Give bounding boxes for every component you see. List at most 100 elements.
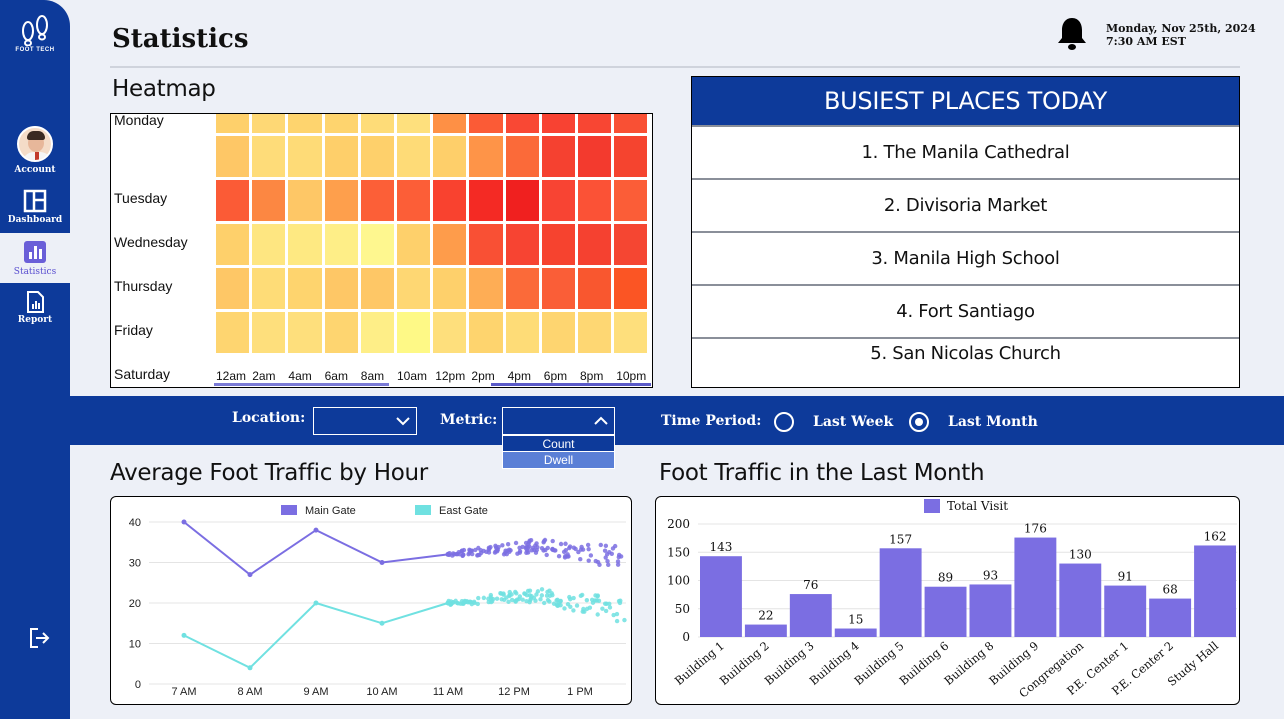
sidebar-item-statistics[interactable]: Statistics — [0, 233, 70, 283]
heatmap-cell[interactable] — [252, 180, 286, 221]
heatmap-scrollbar[interactable] — [491, 383, 651, 386]
heatmap-cell[interactable] — [505, 224, 539, 265]
heatmap-cell[interactable] — [578, 114, 612, 133]
heatmap-cell[interactable] — [433, 312, 467, 353]
heatmap-cell[interactable] — [360, 136, 394, 177]
heatmap-cell[interactable] — [216, 312, 250, 353]
heatmap-cell[interactable] — [614, 180, 648, 221]
heatmap-cell[interactable] — [324, 136, 358, 177]
sidebar-item-dashboard[interactable]: Dashboard — [0, 189, 70, 225]
data-point — [247, 572, 253, 578]
heatmap-cell[interactable] — [397, 268, 431, 309]
heatmap-cell[interactable] — [505, 180, 539, 221]
heatmap-cell[interactable] — [288, 268, 322, 309]
heatmap-cell[interactable] — [469, 180, 503, 221]
heatmap-scrollbar[interactable] — [214, 383, 389, 386]
metric-select[interactable] — [502, 407, 615, 435]
busiest-place-item[interactable]: 3. Manila High School — [692, 231, 1239, 284]
sidebar-item-account[interactable]: Account — [0, 126, 70, 175]
heatmap-cell[interactable] — [433, 268, 467, 309]
heatmap-cell[interactable] — [397, 312, 431, 353]
heatmap-cell[interactable] — [578, 312, 612, 353]
heatmap-cell[interactable] — [505, 268, 539, 309]
heatmap-cell[interactable] — [541, 114, 575, 133]
heatmap-cell[interactable] — [469, 268, 503, 309]
busiest-place-item[interactable]: 1. The Manila Cathedral — [692, 125, 1239, 178]
radio-last-month-label[interactable]: Last Month — [948, 414, 1038, 430]
heatmap-cell[interactable] — [324, 180, 358, 221]
heatmap-cell[interactable] — [216, 136, 250, 177]
heatmap-cell[interactable] — [541, 180, 575, 221]
heatmap-cell[interactable] — [288, 312, 322, 353]
forecast-point — [550, 538, 555, 544]
radio-last-week[interactable] — [774, 412, 794, 432]
busiest-place-item[interactable]: 5. San Nicolas Church — [692, 337, 1239, 381]
heatmap-cell[interactable] — [541, 224, 575, 265]
radio-last-week-label[interactable]: Last Week — [813, 414, 893, 430]
heatmap-cell[interactable] — [578, 136, 612, 177]
busiest-place-item[interactable]: 4. Fort Santiago — [692, 284, 1239, 337]
heatmap-cell[interactable] — [252, 268, 286, 309]
heatmap-cell[interactable] — [324, 114, 358, 133]
heatmap-cell[interactable] — [541, 312, 575, 353]
heatmap-cell[interactable] — [614, 268, 648, 309]
heatmap-cell[interactable] — [614, 136, 648, 177]
heatmap-cell[interactable] — [614, 312, 648, 353]
heatmap-cell[interactable] — [433, 114, 467, 133]
heatmap-cell[interactable] — [360, 268, 394, 309]
heatmap-cell[interactable] — [360, 114, 394, 133]
sidebar-item-report[interactable]: Report — [0, 291, 70, 325]
heatmap-cell[interactable] — [397, 180, 431, 221]
heatmap-hour-label: 2pm — [471, 369, 495, 383]
forecast-point — [476, 595, 481, 601]
heatmap-cell[interactable] — [288, 136, 322, 177]
heatmap-cell[interactable] — [578, 180, 612, 221]
heatmap-cell[interactable] — [578, 224, 612, 265]
heatmap-cell[interactable] — [433, 136, 467, 177]
metric-option-dwell[interactable]: Dwell — [503, 452, 614, 468]
bell-icon[interactable] — [1056, 16, 1088, 52]
heatmap-cell[interactable] — [433, 180, 467, 221]
logout-icon[interactable] — [28, 627, 50, 649]
heatmap-cell[interactable] — [216, 180, 250, 221]
heatmap-cell[interactable] — [288, 224, 322, 265]
metric-option-count[interactable]: Count — [503, 436, 614, 452]
heatmap-cell[interactable] — [541, 268, 575, 309]
forecast-point — [541, 548, 546, 553]
heatmap-cell[interactable] — [397, 136, 431, 177]
heatmap-cell[interactable] — [469, 114, 503, 133]
heatmap-cell[interactable] — [216, 114, 250, 133]
heatmap-cell[interactable] — [505, 312, 539, 353]
heatmap-cell[interactable] — [288, 180, 322, 221]
heatmap-cell[interactable] — [324, 312, 358, 353]
heatmap-cell[interactable] — [469, 136, 503, 177]
heatmap-cell[interactable] — [433, 224, 467, 265]
location-select[interactable] — [313, 407, 417, 435]
heatmap-cell[interactable] — [324, 268, 358, 309]
heatmap-cell[interactable] — [505, 136, 539, 177]
heatmap-cell[interactable] — [324, 224, 358, 265]
radio-last-month[interactable] — [909, 412, 929, 432]
heatmap-cell[interactable] — [252, 136, 286, 177]
heatmap-cell[interactable] — [252, 312, 286, 353]
heatmap-cell[interactable] — [614, 114, 648, 133]
heatmap-cell[interactable] — [252, 114, 286, 133]
heatmap-cell[interactable] — [541, 136, 575, 177]
heatmap-cell[interactable] — [397, 114, 431, 133]
heatmap-cell[interactable] — [614, 224, 648, 265]
busiest-place-item[interactable]: 2. Divisoria Market — [692, 178, 1239, 231]
forecast-point — [585, 542, 591, 548]
heatmap-cell[interactable] — [288, 114, 322, 133]
heatmap-cell[interactable] — [505, 114, 539, 133]
heatmap-cell[interactable] — [216, 224, 250, 265]
heatmap-cell[interactable] — [397, 224, 431, 265]
heatmap-cell[interactable] — [578, 268, 612, 309]
heatmap-cell[interactable] — [469, 224, 503, 265]
heatmap-cell[interactable] — [360, 180, 394, 221]
heatmap-cell[interactable] — [216, 268, 250, 309]
heatmap-cell[interactable] — [360, 312, 394, 353]
heatmap-cell[interactable] — [360, 224, 394, 265]
line-chart-svg: 0 10 20 30 40 7 AM 8 AM 9 AM 10 AM 11 AM 12 PM 1 PM… — [129, 505, 627, 698]
heatmap-cell[interactable] — [469, 312, 503, 353]
heatmap-cell[interactable] — [252, 224, 286, 265]
